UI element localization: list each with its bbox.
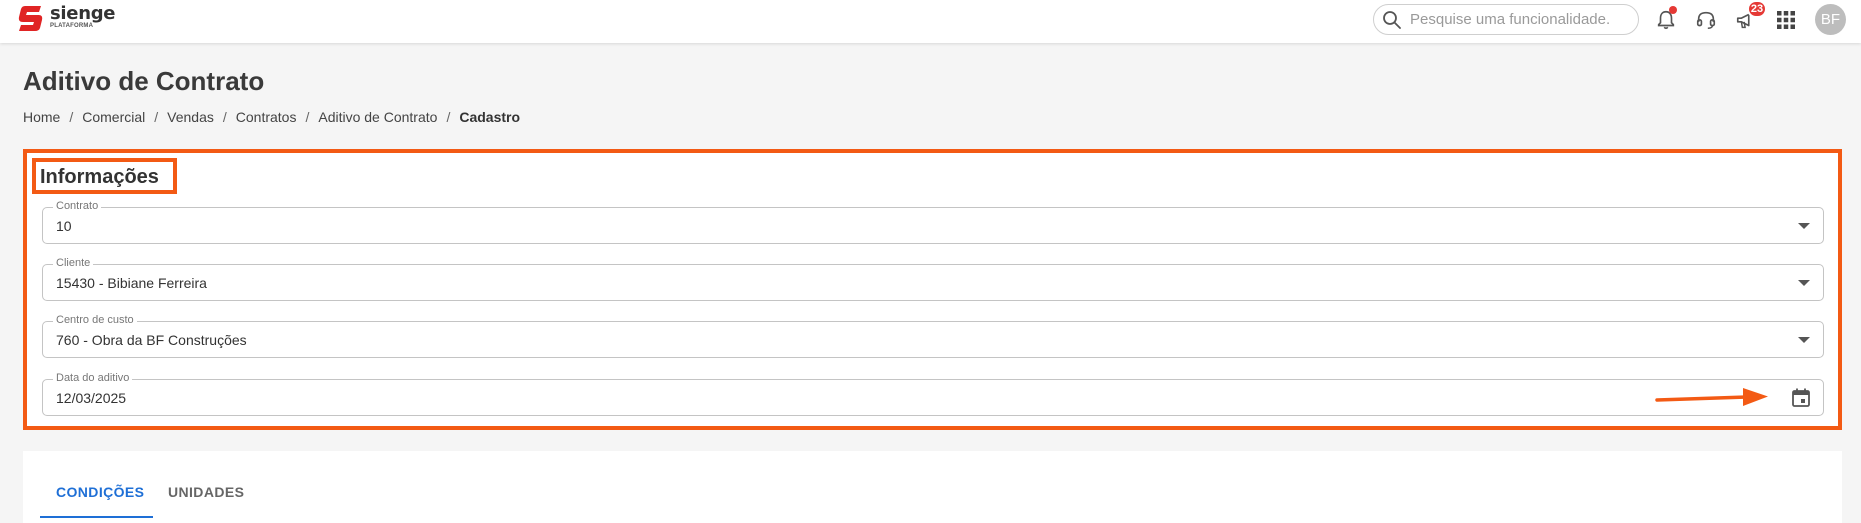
contrato-select[interactable]: Contrato 10 <box>42 200 1824 244</box>
search-icon <box>1383 10 1401 29</box>
search-box[interactable] <box>1373 4 1639 35</box>
data-do-aditivo-value: 12/03/2025 <box>56 390 127 406</box>
informacoes-card: Informações Contrato 10 Cliente 15430 - … <box>23 149 1842 430</box>
announcements-button[interactable]: 23 <box>1732 0 1767 34</box>
breadcrumb-separator: / <box>305 109 310 125</box>
sienge-logo-icon <box>18 6 43 31</box>
data-do-aditivo-field[interactable]: Data do aditivo 12/03/2025 <box>42 372 1824 416</box>
announcements-badge: 23 <box>1747 0 1767 18</box>
contrato-label: Contrato <box>53 200 102 213</box>
section-title: Informações <box>40 166 159 188</box>
breadcrumb-separator: / <box>446 109 451 125</box>
breadcrumb-aditivo-de-contrato[interactable]: Aditivo de Contrato <box>318 109 437 125</box>
breadcrumb-separator: / <box>154 109 159 125</box>
chevron-down-icon[interactable] <box>1798 223 1810 229</box>
headset-icon <box>1696 11 1716 29</box>
breadcrumb-current: Cadastro <box>459 109 521 125</box>
contrato-value: 10 <box>56 218 72 234</box>
tabs-card: CONDIÇÕES UNIDADES <box>23 451 1842 523</box>
centro-de-custo-value: 760 - Obra da BF Construções <box>56 332 247 348</box>
breadcrumb-comercial[interactable]: Comercial <box>82 109 145 125</box>
sienge-logo[interactable]: sienge PLATAFORMA <box>17 3 116 33</box>
chevron-down-icon[interactable] <box>1798 280 1810 286</box>
cliente-select[interactable]: Cliente 15430 - Bibiane Ferreira <box>42 257 1824 301</box>
breadcrumb-separator: / <box>69 109 74 125</box>
breadcrumb-contratos[interactable]: Contratos <box>236 109 297 125</box>
centro-de-custo-label: Centro de custo <box>53 314 137 327</box>
user-avatar[interactable]: BF <box>1815 4 1846 35</box>
notifications-button[interactable] <box>1652 6 1680 34</box>
tab-unidades[interactable]: UNIDADES <box>168 484 244 500</box>
notification-dot <box>1669 6 1677 14</box>
cliente-label: Cliente <box>53 257 94 270</box>
logo-name: sienge <box>50 3 116 24</box>
support-button[interactable] <box>1692 6 1720 34</box>
cliente-value: 15430 - Bibiane Ferreira <box>56 275 207 291</box>
calendar-icon[interactable] <box>1789 386 1813 410</box>
logo-subtitle: PLATAFORMA <box>50 23 94 29</box>
breadcrumb-separator: / <box>222 109 227 125</box>
annotation-arrow-icon <box>1655 388 1768 406</box>
breadcrumb-vendas[interactable]: Vendas <box>167 109 214 125</box>
grid-icon <box>1777 11 1795 29</box>
breadcrumb: Home / Comercial / Vendas / Contratos / … <box>23 109 520 125</box>
page-title: Aditivo de Contrato <box>23 66 265 96</box>
apps-button[interactable] <box>1772 6 1800 34</box>
centro-de-custo-select[interactable]: Centro de custo 760 - Obra da BF Constru… <box>42 314 1824 358</box>
breadcrumb-home[interactable]: Home <box>23 109 60 125</box>
top-bar: sienge PLATAFORMA 23 <box>0 0 1861 43</box>
search-input[interactable] <box>1410 11 1625 28</box>
active-tab-indicator <box>40 516 153 518</box>
tab-condicoes[interactable]: CONDIÇÕES <box>56 484 144 500</box>
chevron-down-icon[interactable] <box>1798 337 1810 343</box>
data-do-aditivo-label: Data do aditivo <box>53 372 133 385</box>
logo-text: sienge PLATAFORMA <box>50 5 130 30</box>
